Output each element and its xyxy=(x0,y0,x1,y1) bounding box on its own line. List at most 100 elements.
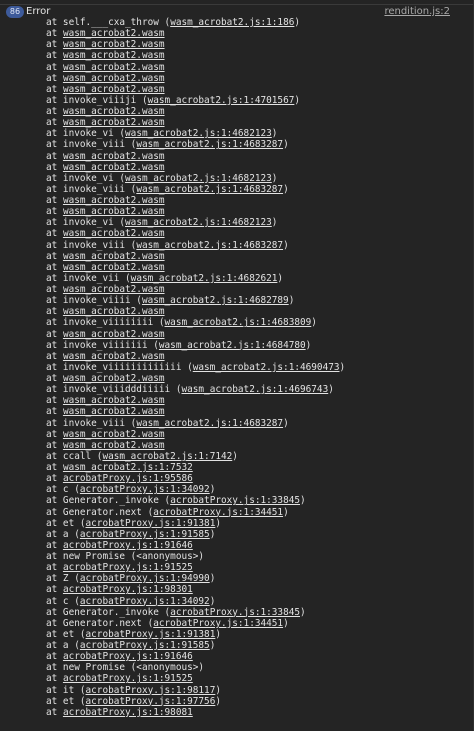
frame-source-link[interactable]: wasm_acrobat2.wasm xyxy=(63,62,165,73)
frame-source-link[interactable]: acrobatProxy.js:1:94990 xyxy=(80,573,210,584)
frame-source-link[interactable]: wasm_acrobat2.js:1:7142 xyxy=(102,451,232,462)
frame-function: at xyxy=(46,206,63,218)
frame-source-link[interactable]: wasm_acrobat2.wasm xyxy=(63,351,165,362)
frame-source-link[interactable]: wasm_acrobat2.js:1:4682123 xyxy=(125,217,272,228)
frame-source-link[interactable]: wasm_acrobat2.wasm xyxy=(63,73,165,84)
stack-frame: at wasm_acrobat2.wasm xyxy=(46,251,345,262)
frame-source-link[interactable]: acrobatProxy.js:1:98117 xyxy=(86,685,216,696)
frame-source-link[interactable]: wasm_acrobat2.wasm xyxy=(63,284,165,295)
frame-function: at xyxy=(46,150,63,162)
frame-source-link[interactable]: wasm_acrobat2.wasm xyxy=(63,28,165,39)
frame-source-link[interactable]: wasm_acrobat2.js:1:4684780 xyxy=(159,340,306,351)
stack-frame: at wasm_acrobat2.wasm xyxy=(46,84,345,95)
frame-source-link[interactable]: acrobatProxy.js:1:91646 xyxy=(63,540,193,551)
frame-source-link[interactable]: acrobatProxy.js:1:91381 xyxy=(86,629,216,640)
frame-source-link[interactable]: wasm_acrobat2.js:1:4683809 xyxy=(165,317,312,328)
frame-source-link[interactable]: wasm_acrobat2.js:1:4696743 xyxy=(181,384,328,395)
frame-source-link[interactable]: wasm_acrobat2.js:1:4682789 xyxy=(142,295,289,306)
frame-source-link[interactable]: acrobatProxy.js:1:33845 xyxy=(170,607,300,618)
frame-source-link[interactable]: acrobatProxy.js:1:91585 xyxy=(80,529,210,540)
frame-function: at xyxy=(46,651,63,663)
frame-source-link[interactable]: acrobatProxy.js:1:34092 xyxy=(80,596,210,607)
frame-source-link[interactable]: wasm_acrobat2.wasm xyxy=(63,162,165,173)
source-location-link[interactable]: rendition.js:2 xyxy=(384,5,450,19)
frame-source-link[interactable]: wasm_acrobat2.js:1:4682123 xyxy=(125,173,272,184)
frame-source-link[interactable]: acrobatProxy.js:1:95586 xyxy=(63,473,193,484)
frame-function: at et ( xyxy=(46,517,86,529)
frame-source-link[interactable]: acrobatProxy.js:1:91381 xyxy=(86,518,216,529)
frame-source-link[interactable]: acrobatProxy.js:1:91525 xyxy=(63,673,193,684)
frame-source-link[interactable]: wasm_acrobat2.wasm xyxy=(63,84,165,95)
stack-frame: at wasm_acrobat2.wasm xyxy=(46,406,345,417)
frame-close-paren: ) xyxy=(271,128,278,140)
frame-source-link[interactable]: acrobatProxy.js:1:91525 xyxy=(63,562,193,573)
frame-source-link[interactable]: acrobatProxy.js:1:97756 xyxy=(86,696,216,707)
frame-source-link[interactable]: wasm_acrobat2.js:1:7532 xyxy=(63,462,193,473)
frame-source-link[interactable]: wasm_acrobat2.js:1:4682621 xyxy=(131,273,278,284)
frame-source-link[interactable]: wasm_acrobat2.wasm xyxy=(63,206,165,217)
frame-close-paren: ) xyxy=(215,517,221,529)
frame-source-link[interactable]: wasm_acrobat2.wasm xyxy=(63,228,165,239)
frame-source-link[interactable]: acrobatProxy.js:1:91585 xyxy=(80,640,210,651)
stack-frame: at invoke_vi (wasm_acrobat2.js:1:4682123… xyxy=(46,173,345,184)
frame-source-link[interactable]: wasm_acrobat2.js:1:4683287 xyxy=(136,418,283,429)
frame-source-link[interactable]: wasm_acrobat2.js:1:4683287 xyxy=(136,139,283,150)
frame-function: at xyxy=(46,284,63,295)
stack-frame: at Generator._invoke (acrobatProxy.js:1:… xyxy=(46,607,345,618)
stack-frame: at wasm_acrobat2.wasm xyxy=(46,73,345,84)
frame-close-paren: ) xyxy=(283,239,289,251)
frame-source-link[interactable]: wasm_acrobat2.wasm xyxy=(63,406,165,417)
frame-close-paren: ) xyxy=(209,484,216,496)
frame-source-link[interactable]: wasm_acrobat2.wasm xyxy=(63,262,165,273)
frame-function: at invoke_viiidddiiiii ( xyxy=(46,384,182,396)
frame-source-link[interactable]: acrobatProxy.js:1:34092 xyxy=(80,484,210,495)
stack-frame: at et (acrobatProxy.js:1:91381) xyxy=(46,629,345,640)
stack-frame: at wasm_acrobat2.wasm xyxy=(46,28,345,39)
frame-source-link[interactable]: wasm_acrobat2.wasm xyxy=(63,50,165,61)
frame-source-link[interactable]: acrobatProxy.js:1:33845 xyxy=(170,495,300,506)
frame-source-link[interactable]: wasm_acrobat2.wasm xyxy=(63,306,165,317)
frame-source-link[interactable]: wasm_acrobat2.wasm xyxy=(63,39,165,50)
frame-source-link[interactable]: acrobatProxy.js:1:34451 xyxy=(153,507,283,518)
frame-function: at xyxy=(46,106,63,117)
frame-source-link[interactable]: wasm_acrobat2.js:1:4683287 xyxy=(136,240,283,251)
frame-function: at xyxy=(46,706,63,718)
frame-source-link[interactable]: wasm_acrobat2.wasm xyxy=(63,440,165,451)
frame-source-link[interactable]: wasm_acrobat2.wasm xyxy=(63,106,165,117)
stack-frame: at a (acrobatProxy.js:1:91585) xyxy=(46,640,345,651)
frame-source-link[interactable]: wasm_acrobat2.wasm xyxy=(63,117,165,128)
frame-source-link[interactable]: wasm_acrobat2.js:1:186 xyxy=(170,17,294,28)
frame-source-link[interactable]: wasm_acrobat2.wasm xyxy=(63,151,165,162)
frame-source-link[interactable]: wasm_acrobat2.wasm xyxy=(63,395,165,406)
repeat-count-badge: 86 xyxy=(6,6,24,18)
frame-source-link[interactable]: acrobatProxy.js:1:91646 xyxy=(63,651,193,662)
frame-close-paren: ) xyxy=(215,684,221,696)
stack-frame: at a (acrobatProxy.js:1:91585) xyxy=(46,529,345,540)
frame-source-link[interactable]: wasm_acrobat2.js:1:4683287 xyxy=(136,184,283,195)
frame-function: at invoke_vi ( xyxy=(46,172,126,184)
frame-function: at a ( xyxy=(46,640,80,651)
stack-frame: at invoke_vii (wasm_acrobat2.js:1:468262… xyxy=(46,273,345,284)
frame-close-paren: ) xyxy=(209,528,216,540)
frame-close-paren: ) xyxy=(215,695,221,707)
frame-source-link[interactable]: acrobatProxy.js:1:98081 xyxy=(63,707,193,718)
frame-function: at c ( xyxy=(46,484,80,496)
frame-source-link[interactable]: wasm_acrobat2.js:1:4682123 xyxy=(125,128,272,139)
frame-close-paren: ) xyxy=(271,217,278,229)
stack-frame: at wasm_acrobat2.wasm xyxy=(46,151,345,162)
frame-source-link[interactable]: wasm_acrobat2.wasm xyxy=(63,373,165,384)
stack-frame: at Z (acrobatProxy.js:1:94990) xyxy=(46,573,345,584)
frame-source-link[interactable]: acrobatProxy.js:1:34451 xyxy=(153,618,283,629)
frame-source-link[interactable]: wasm_acrobat2.js:1:4701567 xyxy=(148,95,295,106)
frame-source-link[interactable]: wasm_acrobat2.wasm xyxy=(63,195,165,206)
frame-source-link[interactable]: wasm_acrobat2.wasm xyxy=(63,429,165,440)
frame-source-link[interactable]: acrobatProxy.js:1:98301 xyxy=(63,584,193,595)
frame-source-link[interactable]: wasm_acrobat2.js:1:4690473 xyxy=(193,362,340,373)
stack-frame: at wasm_acrobat2.wasm xyxy=(46,39,345,50)
frame-function: at xyxy=(46,250,63,262)
frame-source-link[interactable]: wasm_acrobat2.wasm xyxy=(63,329,165,340)
frame-close-paren: ) xyxy=(300,495,306,507)
frame-source-link[interactable]: wasm_acrobat2.wasm xyxy=(63,251,165,262)
frame-function: at xyxy=(46,161,63,173)
frame-close-paren: ) xyxy=(215,628,221,640)
